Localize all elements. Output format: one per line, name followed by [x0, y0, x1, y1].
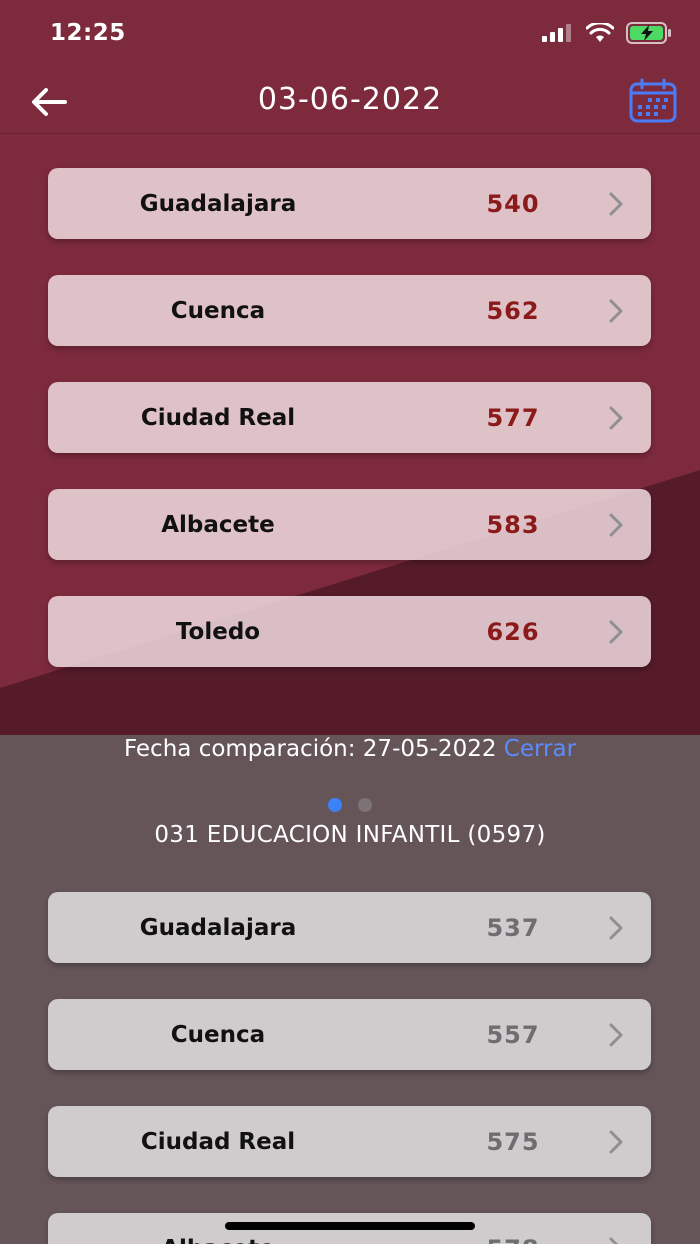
comparison-list-item[interactable]: Cuenca 557	[48, 999, 651, 1070]
chevron-right-icon	[609, 1023, 623, 1047]
navigation-bar: 03-06-2022	[0, 70, 700, 134]
close-comparison-link[interactable]: Cerrar	[504, 736, 576, 762]
province-name: Toledo	[175, 618, 261, 645]
list-item[interactable]: Albacete 583	[48, 489, 651, 560]
list-item[interactable]: Cuenca 562	[48, 275, 651, 346]
status-icons	[542, 22, 672, 44]
battery-charging-icon	[626, 22, 671, 44]
chevron-right-icon	[609, 513, 623, 537]
province-score: 583	[486, 510, 540, 539]
wifi-icon	[586, 23, 614, 42]
page-indicator[interactable]	[0, 798, 700, 812]
province-name: Albacete	[48, 1236, 388, 1244]
comparison-list-item[interactable]: Ciudad Real 575	[48, 1106, 651, 1177]
province-score: 626	[486, 617, 540, 646]
province-score: 562	[486, 296, 540, 325]
province-score: 578	[436, 1235, 590, 1244]
chevron-right-icon	[609, 299, 623, 323]
chevron-right-icon	[609, 406, 623, 430]
cellular-signal-icon	[542, 24, 571, 42]
section-title: 031 EDUCACION INFANTIL (0597)	[154, 822, 546, 848]
comparison-date-label: Fecha comparación: 27-05-2022	[123, 736, 497, 762]
calendar-icon	[629, 78, 677, 123]
comparison-date-line: Fecha comparación: 27-05-2022 Cerrar	[0, 736, 700, 762]
list-item[interactable]: Ciudad Real 577	[48, 382, 651, 453]
chevron-right-icon	[609, 1237, 619, 1244]
calendar-button[interactable]	[628, 78, 678, 124]
province-name: Cuenca	[170, 297, 266, 324]
page-title: 03-06-2022	[257, 82, 443, 117]
chevron-right-icon	[609, 916, 623, 940]
status-time: 12:25	[50, 20, 126, 46]
chevron-right-icon	[609, 1130, 623, 1154]
province-score: 575	[486, 1127, 540, 1156]
province-name: Ciudad Real	[140, 1128, 296, 1155]
page-dot[interactable]	[358, 798, 372, 812]
province-name: Albacete	[161, 511, 275, 538]
province-score: 540	[486, 189, 540, 218]
chevron-right-icon	[609, 620, 623, 644]
page-dot-active[interactable]	[328, 798, 342, 812]
province-score: 577	[486, 403, 540, 432]
province-score: 557	[486, 1020, 540, 1049]
chevron-right-icon	[609, 192, 623, 216]
province-name: Guadalajara	[139, 914, 297, 941]
status-bar: 12:25	[0, 0, 700, 70]
list-item[interactable]: Guadalajara 540	[48, 168, 651, 239]
list-item[interactable]: Toledo 626	[48, 596, 651, 667]
province-score: 537	[486, 913, 540, 942]
province-name: Guadalajara	[139, 190, 297, 217]
province-name: Ciudad Real	[140, 404, 296, 431]
home-indicator	[225, 1222, 475, 1230]
comparison-list-item[interactable]: Guadalajara 537	[48, 892, 651, 963]
province-name: Cuenca	[170, 1021, 266, 1048]
